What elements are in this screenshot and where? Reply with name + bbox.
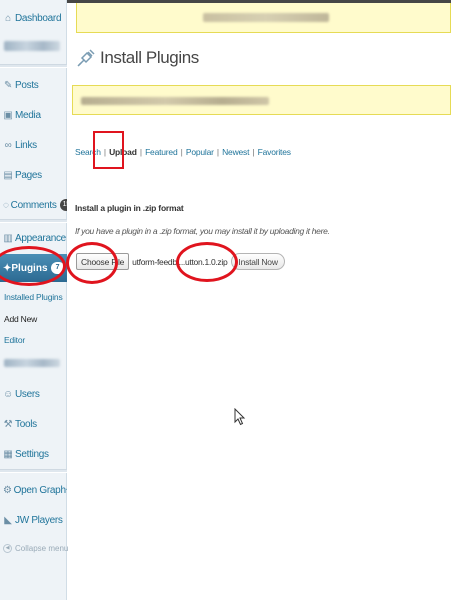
plugin-notice <box>72 85 451 115</box>
menu-posts[interactable]: ✎ Posts <box>0 70 67 100</box>
menu-tools[interactable]: ⚒ Tools <box>0 409 67 439</box>
tab-favorites[interactable]: Favorites <box>258 147 291 157</box>
tab-separator: | <box>180 147 183 157</box>
menu-comments-label: Comments <box>10 199 57 211</box>
tab-featured[interactable]: Featured <box>145 147 178 157</box>
upload-heading: Install a plugin in .zip format <box>75 203 184 213</box>
pin-icon: ✎ <box>3 79 13 91</box>
menu-comments[interactable]: ◌ Comments 155 <box>0 190 67 220</box>
tools-icon: ⚒ <box>3 418 13 430</box>
annotation-choose-file-highlight <box>66 242 118 284</box>
menu-links[interactable]: ∞ Links <box>0 130 67 160</box>
admin-sidebar: ⌂ Dashboard ✎ Posts ▣ Media ∞ Links ▤ Pa… <box>0 0 68 600</box>
annotation-upload-highlight <box>93 131 124 169</box>
menu-media-label: Media <box>15 109 41 121</box>
mouse-cursor-icon <box>234 408 246 426</box>
tab-separator: | <box>139 147 142 157</box>
blurred-submenu-item <box>4 359 60 367</box>
page-title: Install Plugins <box>100 48 199 67</box>
menu-open-graph-label: Open Graph+ <box>13 484 67 496</box>
player-icon: ◣ <box>4 514 12 526</box>
menu-links-label: Links <box>15 139 37 151</box>
menu-media[interactable]: ▣ Media <box>0 100 67 130</box>
link-icon: ∞ <box>4 139 12 151</box>
gear-icon: ⚙ <box>3 484 12 496</box>
media-icon: ▣ <box>3 109 13 121</box>
dashboard-icon: ⌂ <box>5 12 11 24</box>
collapse-arrow-icon: ◀ <box>3 544 12 553</box>
pages-icon: ▤ <box>3 169 13 181</box>
settings-icon: ▦ <box>3 448 13 460</box>
users-icon: ☺ <box>3 388 13 400</box>
tab-separator: | <box>252 147 255 157</box>
tab-newest[interactable]: Newest <box>222 147 249 157</box>
comments-count-badge: 155 <box>59 199 67 211</box>
menu-posts-label: Posts <box>15 79 39 91</box>
wp-admin-screen: ⌂ Dashboard ✎ Posts ▣ Media ∞ Links ▤ Pa… <box>0 0 451 600</box>
menu-jw-players-label: JW Players <box>15 514 63 526</box>
collapse-menu[interactable]: ◀ Collapse menu <box>3 544 68 553</box>
update-notice <box>76 3 451 33</box>
menu-separator <box>0 469 67 473</box>
menu-separator <box>0 64 67 68</box>
menu-pages[interactable]: ▤ Pages <box>0 160 67 190</box>
plugin-icon <box>77 49 95 67</box>
menu-appearance-label: Appearance <box>15 232 66 244</box>
menu-users-label: Users <box>15 388 40 400</box>
menu-pages-label: Pages <box>15 169 42 181</box>
submenu-add-new[interactable]: Add New <box>4 314 37 324</box>
comment-icon: ◌ <box>3 199 9 211</box>
menu-users[interactable]: ☺ Users <box>0 379 67 409</box>
menu-jw-players[interactable]: ◣ JW Players <box>0 505 67 535</box>
annotation-install-now-highlight <box>176 242 238 282</box>
menu-dashboard-label: Dashboard <box>15 12 62 24</box>
submenu-installed-plugins[interactable]: Installed Plugins <box>4 292 63 302</box>
menu-dashboard[interactable]: ⌂ Dashboard <box>0 3 67 33</box>
menu-settings[interactable]: ▦ Settings <box>0 439 67 469</box>
collapse-menu-label: Collapse menu <box>15 544 69 553</box>
appearance-icon: ▥ <box>3 232 13 244</box>
menu-open-graph[interactable]: ⚙ Open Graph+ <box>0 475 67 505</box>
menu-settings-label: Settings <box>15 448 49 460</box>
blurred-notice-text <box>203 13 329 22</box>
blurred-notice-text <box>81 97 269 105</box>
upload-description: If you have a plugin in a .zip format, y… <box>75 226 330 236</box>
blurred-menu-item <box>4 41 60 51</box>
submenu-editor[interactable]: Editor <box>4 335 25 345</box>
menu-tools-label: Tools <box>15 418 37 430</box>
tab-popular[interactable]: Popular <box>186 147 214 157</box>
install-now-button[interactable]: Install Now <box>231 253 285 270</box>
tab-separator: | <box>216 147 219 157</box>
page-header: Install Plugins <box>76 48 199 68</box>
